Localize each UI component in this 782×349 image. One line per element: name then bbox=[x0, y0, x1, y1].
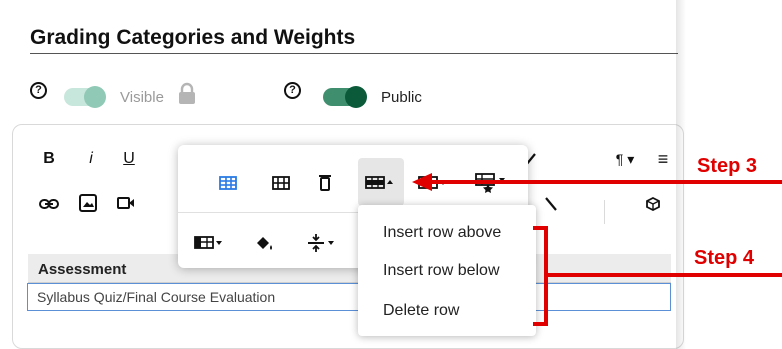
step3-label: Step 3 bbox=[697, 155, 758, 177]
annotation-overlay bbox=[412, 173, 782, 326]
step3-arrow-head bbox=[412, 173, 432, 191]
step4-label: Step 4 bbox=[694, 247, 755, 269]
step4-bracket bbox=[533, 226, 548, 326]
